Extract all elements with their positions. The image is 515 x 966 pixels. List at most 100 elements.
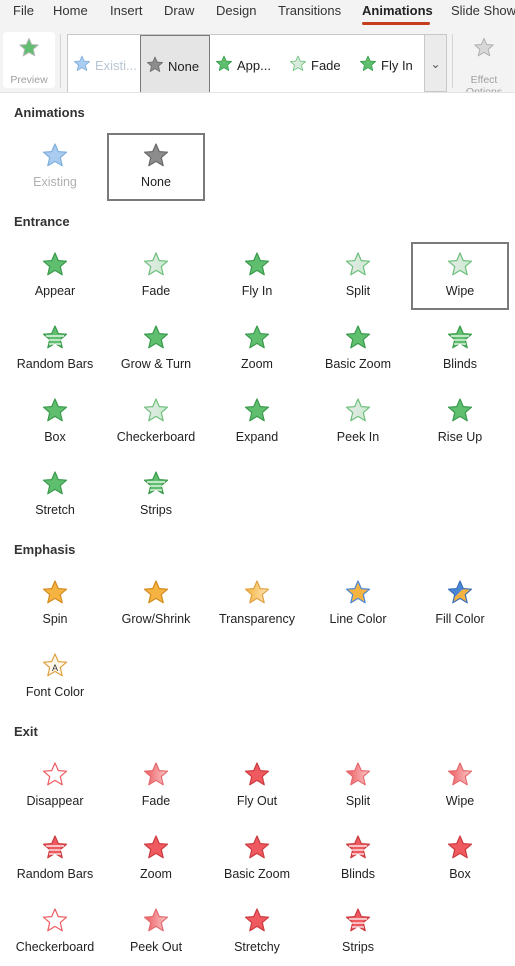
effect-item-grow-turn[interactable]: Grow & Turn [107,315,205,383]
basic-zoom-star-icon [242,833,272,863]
tab-slide-show[interactable]: Slide Show [451,3,515,18]
random-bars-star-icon [40,833,70,863]
ribbon-separator [452,34,453,88]
tab-file[interactable]: File [13,3,34,18]
effect-item-zoom[interactable]: Zoom [208,315,306,383]
effect-item-basic-zoom[interactable]: Basic Zoom [208,825,306,893]
checkerboard-star-icon [40,906,70,936]
gallery-item[interactable]: Fade [284,35,354,93]
checkerboard-star-icon [141,396,171,426]
effect-options-label: Effect Options [465,74,503,92]
effect-item-label: Box [449,867,471,881]
effect-item-random-bars[interactable]: Random Bars [6,825,104,893]
animation-gallery: Existi... None App... Fade Fly In [67,34,425,94]
random-bars-star-icon [40,323,70,353]
gallery-more-button[interactable]: ⌄ [424,34,447,92]
effect-item-stretch[interactable]: Stretch [6,461,104,529]
effect-item-line-color[interactable]: Line Color [309,570,407,638]
box-star-icon [40,396,70,426]
section-title-entrance: Entrance [14,214,70,229]
fill-color-star-icon [445,578,475,608]
effect-item-rise-up[interactable]: Rise Up [411,388,509,456]
menu-bar: File Home Insert Draw Design Transitions… [0,0,515,26]
effect-item-spin[interactable]: Spin [6,570,104,638]
grow-turn-star-icon [141,323,171,353]
strips-star-icon [141,469,171,499]
effect-item-checkerboard[interactable]: Checkerboard [107,388,205,456]
effect-item-basic-zoom[interactable]: Basic Zoom [309,315,407,383]
gallery-item[interactable]: None [140,35,210,93]
tab-draw[interactable]: Draw [164,3,194,18]
effect-item-label: Line Color [329,612,387,626]
effect-item-fade[interactable]: Fade [107,752,205,820]
peek-in-star-icon [343,396,373,426]
none-star-icon [145,55,165,80]
effect-item-label: Basic Zoom [325,357,391,371]
zoom-star-icon [242,323,272,353]
tab-insert[interactable]: Insert [110,3,143,18]
effect-item-blinds[interactable]: Blinds [309,825,407,893]
effect-item-peek-in[interactable]: Peek In [309,388,407,456]
existing-star-icon [72,54,92,79]
gallery-item[interactable]: Fly In [354,35,424,93]
section-title-exit: Exit [14,724,38,739]
effect-item-appear[interactable]: Appear [6,242,104,310]
ribbon-separator [60,34,61,88]
none-star-icon [141,141,171,171]
tab-transitions[interactable]: Transitions [278,3,341,18]
effect-item-split[interactable]: Split [309,242,407,310]
effect-item-fly-in[interactable]: Fly In [208,242,306,310]
active-tab-indicator [362,22,430,25]
preview-label: Preview [10,74,48,86]
gallery-item-label: None [168,59,200,74]
section-title-emphasis: Emphasis [14,542,76,557]
effect-item-split[interactable]: Split [309,752,407,820]
tab-home[interactable]: Home [53,3,88,18]
effect-item-transparency[interactable]: Transparency [208,570,306,638]
effect-item-fade[interactable]: Fade [107,242,205,310]
strips-star-icon [343,906,373,936]
effect-item-strips[interactable]: Strips [309,898,407,966]
effect-item-label: Split [345,794,371,808]
preview-button[interactable]: Preview [3,32,55,88]
effect-options-button[interactable]: Effect Options [458,32,510,92]
disappear-star-icon [40,760,70,790]
effect-item-peek-out[interactable]: Peek Out [107,898,205,966]
gallery-item[interactable]: App... [210,35,284,93]
effect-item-label: Wipe [445,794,475,808]
effect-item-label: None [141,175,171,189]
effect-item-expand[interactable]: Expand [208,388,306,456]
split-star-icon [343,760,373,790]
effect-item-box[interactable]: Box [6,388,104,456]
fade-star-icon [288,54,308,79]
effect-item-grow-shrink[interactable]: Grow/Shrink [107,570,205,638]
effect-item-disappear[interactable]: Disappear [6,752,104,820]
svg-text:A: A [52,663,58,673]
effect-item-wipe[interactable]: Wipe [411,242,509,310]
fly-in-star-icon [358,54,378,79]
blinds-star-icon [445,323,475,353]
effect-item-wipe[interactable]: Wipe [411,752,509,820]
effect-item-fill-color[interactable]: Fill Color [411,570,509,638]
effect-item-checkerboard[interactable]: Checkerboard [6,898,104,966]
effect-item-stretchy[interactable]: Stretchy [208,898,306,966]
effect-item-none[interactable]: None [107,133,205,201]
effect-item-random-bars[interactable]: Random Bars [6,315,104,383]
tab-animations[interactable]: Animations [362,3,433,18]
gallery-item[interactable]: Existi... [68,35,140,93]
basic-zoom-star-icon [343,323,373,353]
tab-design[interactable]: Design [216,3,256,18]
effect-item-blinds[interactable]: Blinds [411,315,509,383]
effect-item-zoom[interactable]: Zoom [107,825,205,893]
ribbon: Preview Existi... None App... Fade Fly In ⌄ … [0,26,515,94]
transparency-star-icon [242,578,272,608]
effect-item-strips[interactable]: Strips [107,461,205,529]
effect-item-box[interactable]: Box [411,825,509,893]
zoom-star-icon [141,833,171,863]
gallery-item-label: Existi... [95,58,137,73]
effect-item-font-color[interactable]: A Font Color [6,643,104,711]
effect-item-fly-out[interactable]: Fly Out [208,752,306,820]
effect-item-existing[interactable]: Existing [6,133,104,201]
gallery-item-label: Fade [311,58,341,73]
box-star-icon [445,833,475,863]
